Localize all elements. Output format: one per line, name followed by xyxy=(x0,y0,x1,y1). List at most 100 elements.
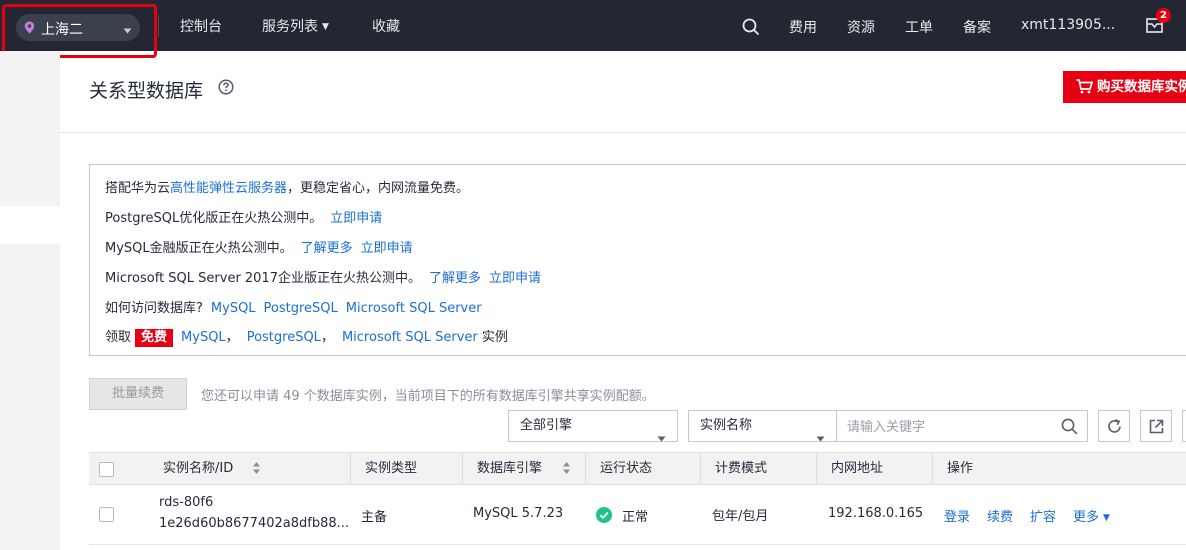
db-engine: MySQL 5.7.23 xyxy=(473,506,564,521)
export-button[interactable] xyxy=(1140,410,1172,442)
col-header-ip: 内网地址 xyxy=(831,461,884,476)
private-ip: 192.168.0.165 xyxy=(828,506,924,521)
nav-resources[interactable]: 资源 xyxy=(847,17,875,37)
help-icon[interactable] xyxy=(218,79,234,99)
column-divider xyxy=(816,453,817,484)
row-checkbox[interactable] xyxy=(99,507,114,522)
notice-box: 搭配华为云高性能弹性云服务器，更稳定省心，内网流量免费。 PostgreSQL优… xyxy=(89,164,1186,356)
mysql-link[interactable]: MySQL xyxy=(181,330,226,345)
col-header-actions: 操作 xyxy=(947,461,974,476)
sort-icon[interactable] xyxy=(562,461,571,479)
more-actions-link[interactable]: 更多 ▼ xyxy=(1073,506,1110,525)
buy-instance-button[interactable]: 购买数据库实例 xyxy=(1063,71,1186,103)
sqlserver-link[interactable]: Microsoft SQL Server xyxy=(346,301,482,316)
run-status: 正常 xyxy=(622,510,649,525)
col-header-name[interactable]: 实例名称/ID xyxy=(163,453,233,484)
search-field-select[interactable]: 实例名称 xyxy=(688,410,837,442)
topbar-divider xyxy=(158,15,159,37)
region-highlight-box xyxy=(2,4,157,58)
nav-console[interactable]: 控制台 xyxy=(180,16,222,36)
search-field-value: 实例名称 xyxy=(700,418,753,433)
buy-instance-label: 购买数据库实例 xyxy=(1097,79,1186,95)
instance-type: 主备 xyxy=(361,510,388,525)
chevron-down-icon xyxy=(657,424,666,454)
search-icon[interactable] xyxy=(1061,418,1078,439)
postgresql-link[interactable]: PostgreSQL xyxy=(264,301,338,316)
nav-tickets[interactable]: 工单 xyxy=(905,17,933,37)
notice-line-ecs: 搭配华为云高性能弹性云服务器，更稳定省心，内网流量免费。 xyxy=(105,177,469,196)
notice-text: 搭配华为云 xyxy=(105,181,171,196)
engine-select-value: 全部引擎 xyxy=(520,418,573,433)
user-account[interactable]: xmt113905... xyxy=(1021,17,1115,33)
learn-more-link[interactable]: 了解更多 xyxy=(301,241,353,256)
sqlserver-link[interactable]: Microsoft SQL Server xyxy=(342,330,478,345)
left-panel-gap xyxy=(0,206,60,244)
more-actions-label: 更多 xyxy=(1073,510,1100,525)
mail-badge: 2 xyxy=(1156,8,1171,23)
col-header-status: 运行状态 xyxy=(600,461,653,476)
postgresql-link[interactable]: PostgreSQL xyxy=(247,330,321,345)
top-bar: 上海二 控制台 服务列表 ▼ 收藏 费用 资源 工单 备案 xmt113905..… xyxy=(0,0,1186,58)
notice-line-sqlserver: Microsoft SQL Server 2017企业版正在火热公测中。 了解更多… xyxy=(105,267,541,286)
notice-line-free: 领取 免费 MySQL， PostgreSQL， Microsoft SQL Serve… xyxy=(105,326,508,347)
refresh-button[interactable] xyxy=(1098,410,1130,442)
mysql-link[interactable]: MySQL xyxy=(211,301,256,316)
notice-text: ，更稳定省心，内网流量免费。 xyxy=(287,181,470,196)
separator: ， xyxy=(225,330,239,345)
table-row: rds-80f6 1e26d60b8677402a8dfb88... 主备 My… xyxy=(89,485,1186,545)
separator: ， xyxy=(320,330,334,345)
apply-now-link[interactable]: 立即申请 xyxy=(489,271,541,286)
page-title: 关系型数据库 xyxy=(89,80,204,102)
scale-link[interactable]: 扩容 xyxy=(1030,506,1056,525)
column-divider xyxy=(585,453,586,484)
notice-line-access: 如何访问数据库? MySQL PostgreSQL Microsoft SQL Ser… xyxy=(105,297,482,316)
caret-down-icon: ▼ xyxy=(322,22,329,32)
col-header-engine[interactable]: 数据库引擎 xyxy=(477,453,542,484)
notice-text: MySQL金融版正在火热公测中。 xyxy=(105,241,293,256)
table-header: 实例名称/ID 实例类型 数据库引擎 运行状态 计费模式 内网地址 操作 xyxy=(89,452,1186,485)
notice-line-mysql-finance: MySQL金融版正在火热公测中。 了解更多 立即申请 xyxy=(105,237,413,256)
col-header-type: 实例类型 xyxy=(365,461,418,476)
instance-id: 1e26d60b8677402a8dfb88... xyxy=(159,516,350,531)
free-badge: 免费 xyxy=(135,329,174,347)
column-divider xyxy=(350,453,351,484)
nav-billing[interactable]: 费用 xyxy=(789,17,817,37)
chevron-down-icon xyxy=(816,424,825,454)
sort-icon[interactable] xyxy=(252,461,261,479)
column-divider xyxy=(932,453,933,484)
col-header-billing: 计费模式 xyxy=(715,461,768,476)
notice-text: 领取 xyxy=(105,330,132,345)
apply-now-link[interactable]: 立即申请 xyxy=(330,211,382,226)
nav-filing[interactable]: 备案 xyxy=(963,17,991,37)
column-divider xyxy=(700,453,701,484)
status-ok-icon xyxy=(596,507,612,527)
keyword-search-box xyxy=(837,410,1088,442)
nav-favorites[interactable]: 收藏 xyxy=(372,16,400,36)
ecs-link[interactable]: 高性能弹性云服务器 xyxy=(170,181,287,196)
select-all-checkbox[interactable] xyxy=(99,462,114,477)
column-divider xyxy=(462,453,463,484)
nav-service-list-label: 服务列表 xyxy=(262,19,318,35)
keyword-input[interactable] xyxy=(847,417,1047,437)
notice-text: PostgreSQL优化版正在火热公测中。 xyxy=(105,211,323,226)
search-icon[interactable] xyxy=(742,18,760,40)
apply-now-link[interactable]: 立即申请 xyxy=(361,241,413,256)
notice-line-postgresql: PostgreSQL优化版正在火热公测中。 立即申请 xyxy=(105,207,382,226)
login-link[interactable]: 登录 xyxy=(944,506,970,525)
quota-text: 您还可以申请 49 个数据库实例，当前项目下的所有数据库引擎共享实例配额。 xyxy=(201,389,655,404)
refresh-icon xyxy=(1108,419,1121,433)
nav-service-list[interactable]: 服务列表 ▼ xyxy=(262,16,329,36)
batch-renew-button[interactable]: 批量续费 xyxy=(89,378,187,410)
header-divider xyxy=(60,132,1186,133)
billing-mode: 包年/包月 xyxy=(712,509,769,524)
instance-name-link[interactable]: rds-80f6 xyxy=(159,495,213,510)
notice-text: 如何访问数据库? xyxy=(105,301,203,316)
renew-link[interactable]: 续费 xyxy=(987,506,1013,525)
notice-text: 实例 xyxy=(477,330,508,345)
settings-button[interactable] xyxy=(1182,410,1186,442)
export-icon xyxy=(1149,419,1164,434)
learn-more-link[interactable]: 了解更多 xyxy=(429,271,481,286)
engine-select[interactable]: 全部引擎 xyxy=(508,410,678,442)
left-collapsed-panel xyxy=(0,51,60,550)
caret-down-icon: ▼ xyxy=(1103,513,1110,523)
